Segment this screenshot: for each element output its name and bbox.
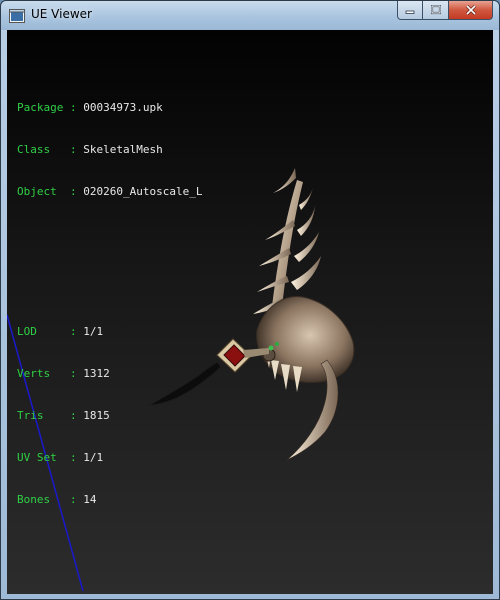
ue-viewer-window: UE Viewer Package: 00034973.upk Class:… [0, 0, 500, 600]
spike-shape [297, 206, 315, 236]
info-section-file: Package : 00034973.upk Class : SkeletalM… [17, 73, 202, 227]
info-row-class: Class : SkeletalMesh [17, 143, 202, 157]
info-row-uv-set: UV Set : 1/1 [17, 451, 202, 465]
info-value: 1/1 [83, 325, 104, 338]
maximize-icon [430, 5, 441, 15]
info-value: 1/1 [83, 451, 104, 464]
info-value: 1312 [83, 367, 110, 380]
info-label: UV Set [17, 451, 64, 464]
close-button[interactable] [449, 1, 493, 20]
3d-viewport[interactable]: Package : 00034973.upk Class : SkeletalM… [7, 30, 493, 594]
info-section-mesh: LOD : 1/1 Verts : 1312 Tris : 1815 UV Se… [17, 297, 202, 535]
info-row-bones: Bones : 14 [17, 493, 202, 507]
info-separator: : [63, 409, 84, 422]
info-separator: : [63, 493, 84, 506]
info-separator: : [63, 367, 84, 380]
info-value: 020260_Autoscale_L [83, 185, 203, 198]
spike-shape [294, 232, 319, 262]
info-separator: : [63, 185, 84, 198]
info-value: 14 [83, 493, 97, 506]
maximize-button[interactable] [423, 1, 449, 20]
info-separator: : [63, 101, 84, 114]
info-label: Package [17, 101, 64, 114]
info-label: LOD [17, 325, 64, 338]
minimize-button[interactable] [397, 1, 423, 20]
info-value: 00034973.upk [83, 101, 163, 114]
info-row-tris: Tris : 1815 [17, 409, 202, 423]
info-label: Verts [17, 367, 64, 380]
info-value: 1815 [83, 409, 110, 422]
spike-shape [291, 256, 321, 290]
minimize-icon [405, 10, 415, 14]
info-label: Class [17, 143, 64, 156]
spike-shape [299, 187, 313, 210]
info-row-verts: Verts : 1312 [17, 367, 202, 381]
close-icon [465, 5, 476, 15]
app-icon [9, 8, 25, 24]
info-row-package: Package : 00034973.upk [17, 101, 202, 115]
info-row-object: Object : 020260_Autoscale_L [17, 185, 202, 199]
gem-shape [268, 345, 274, 351]
info-value: SkeletalMesh [83, 143, 163, 156]
info-separator: : [63, 325, 84, 338]
mesh-info-panel: Package : 00034973.upk Class : SkeletalM… [17, 45, 202, 563]
title-bar[interactable]: UE Viewer [1, 1, 499, 30]
caption-buttons [397, 1, 493, 21]
info-row-lod: LOD : 1/1 [17, 325, 202, 339]
info-label: Tris [17, 409, 64, 422]
window-title: UE Viewer [31, 7, 92, 21]
info-label: Bones [17, 493, 64, 506]
info-label: Object [17, 185, 64, 198]
creature-body [256, 296, 355, 383]
info-separator: : [63, 451, 84, 464]
gem-shape [275, 342, 279, 346]
info-separator: : [63, 143, 84, 156]
spike-shape [273, 168, 296, 193]
